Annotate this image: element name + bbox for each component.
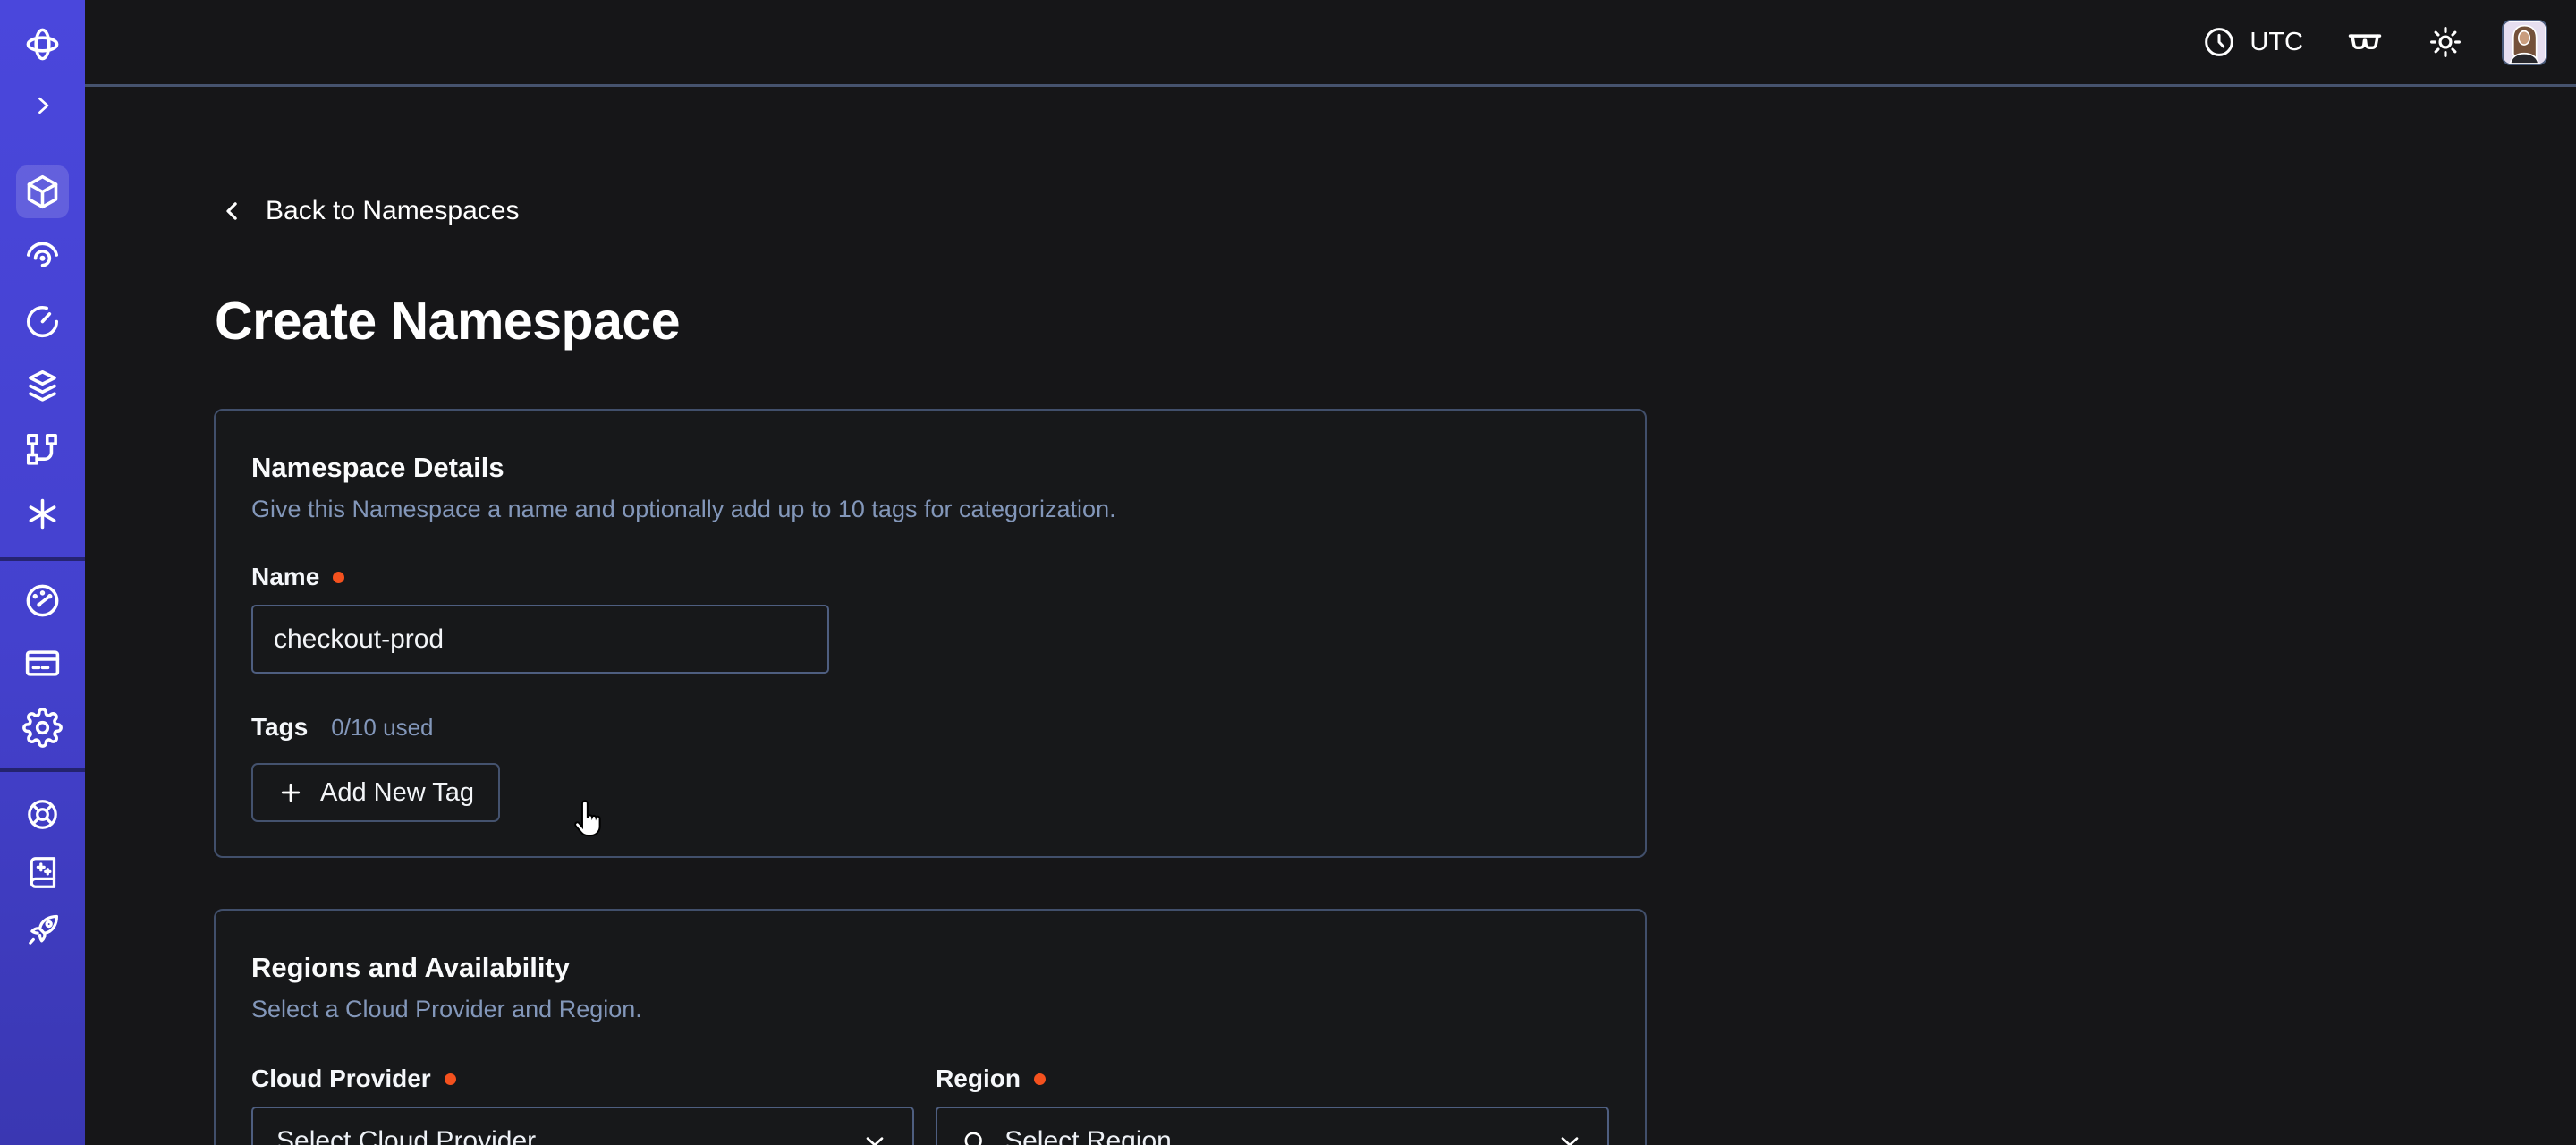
timezone-label: UTC — [2250, 28, 2303, 57]
sidebar-item-getting-started[interactable] — [16, 903, 69, 956]
cloud-provider-label-text: Cloud Provider — [251, 1064, 431, 1093]
provider-region-row: Cloud Provider Select Cloud Provider Reg… — [251, 1064, 1609, 1145]
gauge-icon — [22, 581, 63, 621]
cloud-provider-placeholder: Select Cloud Provider — [276, 1126, 536, 1145]
regions-card: Regions and Availability Select a Cloud … — [214, 909, 1647, 1145]
temporal-logo-icon[interactable] — [16, 18, 69, 71]
clock-icon — [2201, 24, 2237, 60]
name-field-label: Name — [251, 563, 1609, 591]
sidebar-item-support[interactable] — [16, 788, 69, 841]
timezone-selector[interactable]: UTC — [2201, 24, 2303, 60]
required-dot — [333, 572, 344, 583]
region-placeholder: Select Region — [1004, 1126, 1172, 1145]
namespace-details-card: Namespace Details Give this Namespace a … — [214, 409, 1647, 858]
name-label-text: Name — [251, 563, 319, 591]
glasses-icon — [2344, 21, 2385, 63]
cloud-provider-field: Cloud Provider Select Cloud Provider — [251, 1064, 914, 1145]
asterisk-icon — [22, 494, 63, 534]
sidebar-item-usage[interactable] — [16, 574, 69, 627]
tags-row: Tags 0/10 used — [251, 713, 1609, 742]
sidebar-item-namespaces[interactable] — [16, 165, 69, 218]
book-sparkle-icon — [24, 853, 61, 890]
namespace-name-input[interactable] — [251, 605, 829, 674]
add-tag-label: Add New Tag — [320, 778, 474, 808]
tags-used-counter: 0/10 used — [331, 714, 433, 742]
card-title: Regions and Availability — [251, 952, 1609, 984]
sidebar-item-settings[interactable] — [16, 701, 69, 754]
chevron-down-icon — [1555, 1127, 1584, 1145]
life-ring-icon — [24, 796, 61, 833]
sidebar-divider — [0, 557, 85, 561]
region-label: Region — [936, 1064, 1609, 1093]
rocket-icon — [24, 912, 61, 948]
cloud-provider-label: Cloud Provider — [251, 1064, 914, 1093]
region-field: Region Select Region — [936, 1064, 1609, 1145]
sidebar — [0, 0, 85, 1145]
required-dot — [1034, 1073, 1046, 1085]
back-link-label: Back to Namespaces — [266, 196, 519, 226]
branch-icon — [22, 429, 63, 470]
sun-icon — [2427, 23, 2464, 61]
sidebar-item-batch[interactable] — [16, 423, 69, 476]
feedback-button[interactable] — [2344, 21, 2385, 63]
layers-icon — [22, 366, 63, 406]
region-select[interactable]: Select Region — [936, 1107, 1609, 1145]
sidebar-item-schedules[interactable] — [16, 295, 69, 348]
avatar[interactable] — [2502, 20, 2547, 65]
sidebar-divider — [0, 768, 85, 772]
chevron-down-icon — [860, 1127, 889, 1145]
sidebar-item-nexus[interactable] — [16, 488, 69, 540]
cube-icon — [22, 172, 63, 212]
card-subtitle: Give this Namespace a name and optionall… — [251, 496, 1609, 523]
required-dot — [445, 1073, 456, 1085]
add-new-tag-button[interactable]: Add New Tag — [251, 763, 500, 822]
sidebar-item-deployments[interactable] — [16, 360, 69, 412]
cloud-provider-select[interactable]: Select Cloud Provider — [251, 1107, 914, 1145]
card-title: Namespace Details — [251, 452, 1609, 484]
topbar: UTC — [85, 0, 2576, 87]
eye-spiral-icon — [22, 236, 63, 276]
chevron-right-icon[interactable] — [16, 79, 69, 131]
chevron-left-icon — [219, 198, 246, 225]
sidebar-item-billing[interactable] — [16, 637, 69, 690]
theme-toggle-button[interactable] — [2427, 23, 2464, 61]
main-content: Back to Namespaces Create Namespace Name… — [85, 87, 2576, 1145]
page-title: Create Namespace — [215, 291, 680, 352]
sidebar-item-docs[interactable] — [16, 845, 69, 898]
timer-icon — [22, 301, 63, 342]
tags-label: Tags — [251, 713, 308, 742]
sidebar-item-monitor[interactable] — [16, 230, 69, 283]
search-icon — [961, 1128, 988, 1145]
region-label-text: Region — [936, 1064, 1021, 1093]
card-subtitle: Select a Cloud Provider and Region. — [251, 996, 1609, 1023]
back-to-namespaces-link[interactable]: Back to Namespaces — [219, 196, 519, 226]
credit-card-icon — [22, 643, 63, 683]
gear-icon — [22, 708, 63, 748]
plus-icon — [277, 779, 304, 806]
